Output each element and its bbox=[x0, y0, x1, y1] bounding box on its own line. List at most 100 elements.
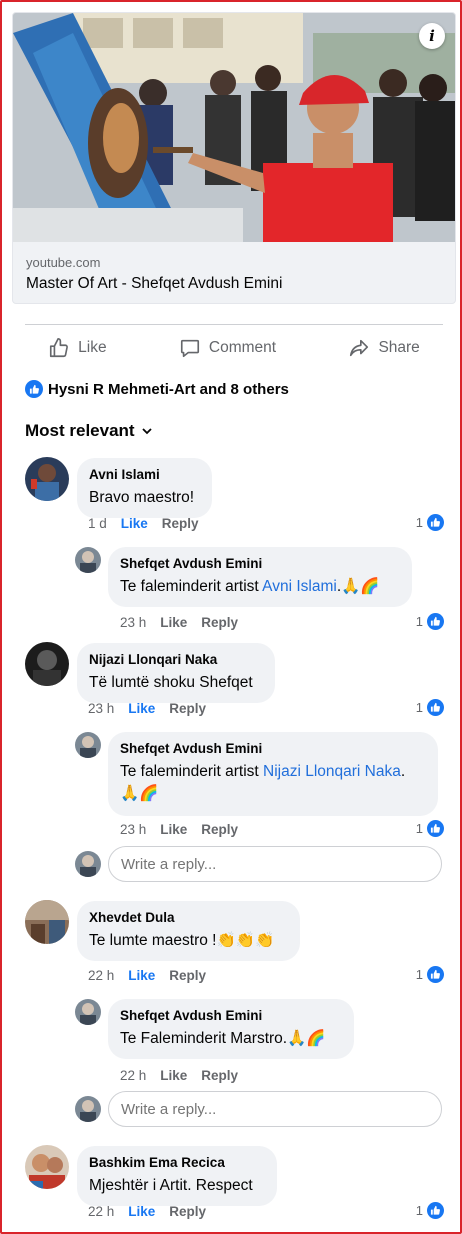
comment-reply-button[interactable]: Reply bbox=[162, 516, 199, 531]
share-button[interactable]: Share bbox=[348, 337, 420, 359]
reply-meta: 23 h Like Reply bbox=[120, 615, 238, 630]
comment-like-button[interactable]: Like bbox=[128, 1204, 155, 1219]
comment-icon bbox=[180, 339, 199, 358]
reply-text: Te faleminderit artist Avni Islami.🙏🌈 bbox=[120, 578, 380, 595]
reply-bubble[interactable]: Shefqet Avdush Emini Te faleminderit art… bbox=[108, 732, 438, 816]
video-thumbnail[interactable]: i bbox=[13, 13, 455, 242]
reaction-count-number: 1 bbox=[415, 700, 423, 715]
reactions-text: Hysni R Mehmeti-Art and 8 others bbox=[48, 380, 289, 398]
comment-like-button[interactable]: Like bbox=[121, 516, 148, 531]
reply-author[interactable]: Shefqet Avdush Emini bbox=[120, 741, 426, 756]
reply-like-button[interactable]: Like bbox=[160, 822, 187, 837]
reaction-count-number: 1 bbox=[415, 967, 423, 982]
comment-author[interactable]: Avni Islami bbox=[89, 467, 200, 482]
comment-meta: 22 h Like Reply bbox=[88, 1204, 206, 1219]
reply-author[interactable]: Shefqet Avdush Emini bbox=[120, 1008, 342, 1023]
thumbs-up-icon bbox=[50, 338, 69, 358]
comment-label: Comment bbox=[208, 339, 277, 356]
comment-bubble[interactable]: Xhevdet Dula Te lumte maestro !👏👏👏 bbox=[77, 901, 300, 961]
comment-text: Te lumte maestro !👏👏👏 bbox=[89, 932, 275, 949]
comment-text: Bravo maestro! bbox=[89, 489, 195, 506]
like-button[interactable]: Like bbox=[48, 337, 107, 359]
mention-link[interactable]: Nijazi Llonqari Naka bbox=[263, 763, 401, 780]
avatar bbox=[75, 1096, 101, 1122]
share-icon bbox=[350, 339, 369, 357]
comment-bubble[interactable]: Bashkim Ema Recica Mjeshtër i Artit. Res… bbox=[77, 1146, 277, 1206]
like-reaction-icon bbox=[427, 613, 444, 630]
reply-reply-button[interactable]: Reply bbox=[201, 615, 238, 630]
like-reaction-icon bbox=[427, 820, 444, 837]
like-label: Like bbox=[78, 339, 107, 356]
reply-reaction-count[interactable]: 1 bbox=[416, 613, 444, 630]
avatar bbox=[75, 851, 101, 877]
comment-time[interactable]: 22 h bbox=[88, 1204, 114, 1219]
comment-bubble[interactable]: Nijazi Llonqari Naka Të lumtë shoku Shef… bbox=[77, 643, 275, 703]
sort-comments-dropdown[interactable]: Most relevant bbox=[25, 421, 153, 441]
like-reaction-icon bbox=[427, 966, 444, 983]
comment-reply-button[interactable]: Reply bbox=[169, 1204, 206, 1219]
comment-meta: 1 d Like Reply bbox=[88, 516, 199, 531]
divider bbox=[25, 324, 443, 325]
like-reaction-icon bbox=[427, 514, 444, 531]
comment-time[interactable]: 22 h bbox=[88, 968, 114, 983]
avatar[interactable] bbox=[25, 1145, 69, 1189]
link-title[interactable]: Master Of Art - Shefqet Avdush Emini bbox=[26, 275, 282, 293]
comment-like-button[interactable]: Like bbox=[128, 968, 155, 983]
avatar[interactable] bbox=[25, 457, 69, 501]
comment-bubble[interactable]: Avni Islami Bravo maestro! bbox=[77, 458, 212, 518]
comment-author[interactable]: Bashkim Ema Recica bbox=[89, 1155, 265, 1170]
reaction-count-number: 1 bbox=[415, 614, 423, 629]
reply-reply-button[interactable]: Reply bbox=[201, 822, 238, 837]
mention-link[interactable]: Avni Islami bbox=[262, 578, 337, 595]
reply-reply-button[interactable]: Reply bbox=[201, 1068, 238, 1083]
comment-text: Të lumtë shoku Shefqet bbox=[89, 674, 253, 691]
reply-reaction-count[interactable]: 1 bbox=[416, 820, 444, 837]
link-preview-card[interactable]: i youtube.com Master Of Art - Shefqet Av… bbox=[12, 12, 456, 304]
avatar[interactable] bbox=[25, 900, 69, 944]
chevron-down-icon bbox=[141, 428, 152, 435]
reactions-summary[interactable]: Hysni R Mehmeti-Art and 8 others bbox=[25, 380, 289, 398]
reaction-count-number: 1 bbox=[415, 821, 423, 836]
comment-text: Mjeshtër i Artit. Respect bbox=[89, 1177, 253, 1194]
comment-author[interactable]: Xhevdet Dula bbox=[89, 910, 288, 925]
comment-reaction-count[interactable]: 1 bbox=[416, 699, 444, 716]
reply-like-button[interactable]: Like bbox=[160, 615, 187, 630]
avatar[interactable] bbox=[75, 999, 101, 1025]
comment-time[interactable]: 1 d bbox=[88, 516, 107, 531]
avatar[interactable] bbox=[75, 732, 101, 758]
reply-time[interactable]: 22 h bbox=[120, 1068, 146, 1083]
comment-reply-button[interactable]: Reply bbox=[169, 701, 206, 716]
comment-time[interactable]: 23 h bbox=[88, 701, 114, 716]
avatar[interactable] bbox=[75, 547, 101, 573]
link-domain: youtube.com bbox=[26, 255, 101, 270]
like-reaction-icon bbox=[427, 699, 444, 716]
like-reaction-icon bbox=[427, 1202, 444, 1219]
sort-label: Most relevant bbox=[25, 421, 135, 440]
reply-time[interactable]: 23 h bbox=[120, 822, 146, 837]
reply-time[interactable]: 23 h bbox=[120, 615, 146, 630]
reply-bubble[interactable]: Shefqet Avdush Emini Te Faleminderit Mar… bbox=[108, 999, 354, 1059]
comment-reaction-count[interactable]: 1 bbox=[416, 966, 444, 983]
reply-meta: 22 h Like Reply bbox=[120, 1068, 238, 1083]
reply-text: Te Faleminderit Marstro.🙏🌈 bbox=[120, 1030, 326, 1047]
reply-meta: 23 h Like Reply bbox=[120, 822, 238, 837]
reply-input[interactable] bbox=[108, 846, 442, 882]
reply-bubble[interactable]: Shefqet Avdush Emini Te faleminderit art… bbox=[108, 547, 412, 607]
comment-author[interactable]: Nijazi Llonqari Naka bbox=[89, 652, 263, 667]
comment-reaction-count[interactable]: 1 bbox=[416, 514, 444, 531]
comment-reply-button[interactable]: Reply bbox=[169, 968, 206, 983]
comment-meta: 23 h Like Reply bbox=[88, 701, 206, 716]
reaction-count-number: 1 bbox=[415, 515, 423, 530]
reply-author[interactable]: Shefqet Avdush Emini bbox=[120, 556, 400, 571]
comment-like-button[interactable]: Like bbox=[128, 701, 155, 716]
reply-input[interactable] bbox=[108, 1091, 442, 1127]
like-reaction-icon bbox=[25, 380, 43, 398]
info-icon[interactable]: i bbox=[419, 23, 445, 49]
reaction-count-number: 1 bbox=[415, 1203, 423, 1218]
avatar[interactable] bbox=[25, 642, 69, 686]
comment-button[interactable]: Comment bbox=[179, 337, 276, 359]
comment-meta: 22 h Like Reply bbox=[88, 968, 206, 983]
share-label: Share bbox=[378, 339, 420, 356]
reply-like-button[interactable]: Like bbox=[160, 1068, 187, 1083]
comment-reaction-count[interactable]: 1 bbox=[416, 1202, 444, 1219]
